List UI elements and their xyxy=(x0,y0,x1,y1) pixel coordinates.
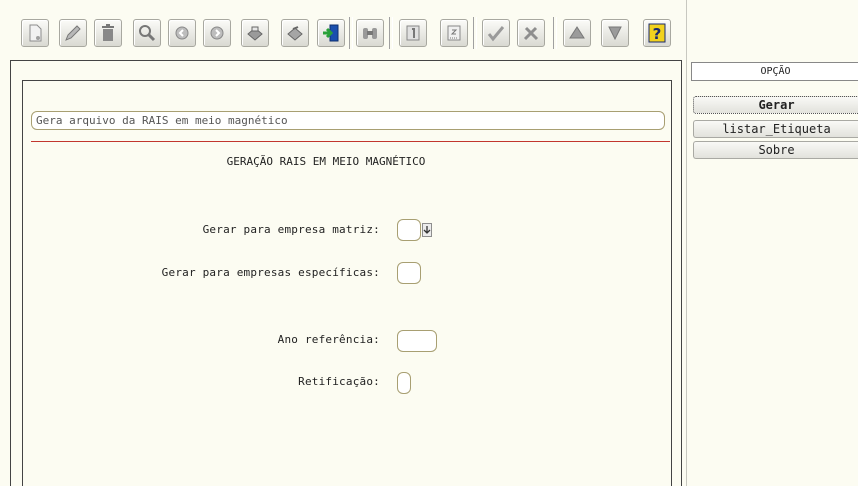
next-icon xyxy=(210,26,224,40)
edit-button[interactable] xyxy=(59,19,87,47)
print-alt-button[interactable] xyxy=(281,19,309,47)
retificacao-field[interactable] xyxy=(397,372,411,394)
delete-button[interactable] xyxy=(94,19,122,47)
next-button[interactable] xyxy=(203,19,231,47)
new-document-icon xyxy=(29,24,42,42)
ano-referencia-field[interactable] xyxy=(397,330,437,352)
options-header: OPÇÃO xyxy=(691,62,858,81)
binoculars-button[interactable] xyxy=(356,19,384,47)
page-title: GERAÇÃO RAIS EM MEIO MAGNÉTICO xyxy=(226,155,426,168)
printer-icon xyxy=(247,26,263,41)
notebook-icon xyxy=(447,25,461,41)
toolbar-separator xyxy=(473,17,477,49)
trash-icon xyxy=(102,24,114,41)
edit-pencil-icon xyxy=(65,25,81,41)
toolbar-separator xyxy=(389,17,393,49)
confirm-button[interactable] xyxy=(482,19,510,47)
new-document-button[interactable] xyxy=(21,19,49,47)
print-button[interactable] xyxy=(241,19,269,47)
binoculars-icon xyxy=(363,28,377,39)
previous-button[interactable] xyxy=(168,19,196,47)
document-number-button[interactable] xyxy=(399,19,427,47)
options-sidebar: OPÇÃO Gerar listar_Etiqueta Sobre xyxy=(686,0,858,486)
ano-referencia-label: Ano referência: xyxy=(277,333,380,346)
exit-button[interactable] xyxy=(317,19,345,47)
help-icon: ? xyxy=(648,23,666,43)
document-number-icon xyxy=(406,25,420,41)
toolbar: ? xyxy=(0,0,686,60)
option-gerar-button[interactable]: Gerar xyxy=(693,96,858,114)
option-listar-etiqueta-button[interactable]: listar_Etiqueta xyxy=(693,120,858,138)
arrow-down-icon xyxy=(423,226,431,234)
triangle-up-icon xyxy=(569,26,585,39)
triangle-down-icon xyxy=(608,26,622,41)
move-down-button[interactable] xyxy=(601,19,629,47)
dropdown-arrow-button[interactable] xyxy=(422,223,432,237)
option-sobre-button[interactable]: Sobre xyxy=(693,141,858,159)
cancel-tools-icon xyxy=(523,26,539,41)
search-button[interactable] xyxy=(133,19,161,47)
empresas-especificas-field[interactable] xyxy=(397,262,421,284)
empresa-matriz-field[interactable] xyxy=(397,219,421,241)
retificacao-label: Retificação: xyxy=(298,375,380,388)
help-button[interactable]: ? xyxy=(643,19,671,47)
previous-icon xyxy=(175,26,189,40)
empresas-especificas-label: Gerar para empresas específicas: xyxy=(161,266,380,279)
confirm-check-icon xyxy=(487,26,505,42)
toolbar-separator xyxy=(553,17,557,49)
title-divider xyxy=(31,141,670,142)
exit-icon xyxy=(323,24,339,42)
toolbar-separator xyxy=(349,17,353,49)
empresa-matriz-label: Gerar para empresa matriz: xyxy=(202,223,380,236)
search-icon xyxy=(139,25,156,42)
svg-text:?: ? xyxy=(653,25,662,43)
printer-alt-icon xyxy=(287,26,303,41)
move-up-button[interactable] xyxy=(563,19,591,47)
cancel-button[interactable] xyxy=(517,19,545,47)
description-field: Gera arquivo da RAIS em meio magnético xyxy=(31,111,665,130)
notebook-button[interactable] xyxy=(440,19,468,47)
